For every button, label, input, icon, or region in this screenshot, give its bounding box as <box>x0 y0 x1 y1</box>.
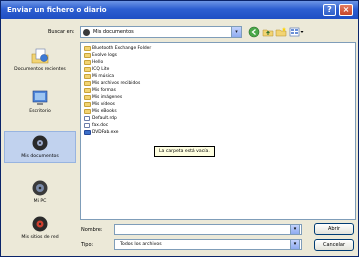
folder-icon <box>84 102 91 107</box>
place-label: Mis documentos <box>21 154 59 159</box>
place-recent-documents[interactable]: Documentos recientes <box>4 47 76 72</box>
places-bar: Documentos recientes Escritorio Mis docu… <box>4 43 76 257</box>
chevron-down-icon[interactable]: ▾ <box>290 239 300 250</box>
folder-icon <box>84 88 91 93</box>
folder-icon <box>84 74 91 79</box>
desktop-icon <box>32 90 48 105</box>
list-item[interactable]: Mis imágenes <box>83 94 122 101</box>
folder-icon <box>84 60 91 65</box>
list-item[interactable]: Mis formas <box>83 87 116 94</box>
help-button[interactable]: ? <box>323 4 336 16</box>
my-documents-icon <box>83 29 90 36</box>
folder-icon <box>84 67 91 72</box>
folder-icon <box>84 53 91 58</box>
file-type-label: Tipo: <box>81 242 94 248</box>
network-places-icon <box>32 216 48 232</box>
folder-icon <box>84 95 91 100</box>
document-icon <box>84 116 90 121</box>
open-button[interactable]: Abrir <box>314 223 354 235</box>
look-in-label: Buscar en: <box>48 29 75 35</box>
file-name-input[interactable] <box>114 224 302 235</box>
list-item[interactable]: Hello <box>83 59 103 66</box>
new-folder-icon[interactable] <box>275 26 287 38</box>
place-my-computer[interactable]: Mi PC <box>4 179 76 204</box>
application-icon <box>84 130 91 135</box>
file-type-dropdown[interactable]: Todos los archivos <box>114 239 302 250</box>
open-file-dialog: Enviar un fichero o diario ? × Buscar en… <box>0 0 359 257</box>
empty-folder-tooltip: La carpeta está vacía. <box>154 146 215 157</box>
place-label: Escritorio <box>29 109 51 114</box>
folder-icon <box>84 109 91 114</box>
folder-icon <box>84 81 91 86</box>
list-item[interactable]: Mis vídeos <box>83 101 115 108</box>
chevron-down-icon[interactable]: ▾ <box>290 224 300 235</box>
file-list[interactable]: Bluetooth Exchange Folder Evolve logs He… <box>80 42 356 220</box>
list-item[interactable]: Mis archivos recibidos <box>83 80 140 87</box>
back-icon[interactable] <box>248 26 260 38</box>
list-item[interactable]: ICQ Lite <box>83 66 109 73</box>
list-item[interactable]: Mi música <box>83 73 114 80</box>
look-in-value: Mis documentos <box>93 29 134 35</box>
my-documents-icon <box>32 135 48 151</box>
place-label: Mi PC <box>33 199 47 204</box>
place-desktop[interactable]: Escritorio <box>4 89 76 114</box>
chevron-down-icon[interactable]: ▾ <box>231 27 241 37</box>
list-item[interactable]: Default.rdp <box>83 115 117 122</box>
place-label: Mis sitios de red <box>21 235 59 240</box>
close-button[interactable]: × <box>339 4 353 16</box>
place-network[interactable]: Mis sitios de red <box>4 215 76 240</box>
folder-icon <box>84 46 91 51</box>
window-title: Enviar un fichero o diario <box>7 6 107 14</box>
recent-docs-icon <box>31 48 49 64</box>
list-item[interactable]: Mis eBooks <box>83 108 117 115</box>
my-computer-icon <box>32 180 48 196</box>
file-name-label: Nombre: <box>81 227 103 233</box>
title-bar[interactable]: Enviar un fichero o diario ? × <box>1 1 358 19</box>
look-in-dropdown[interactable]: Mis documentos ▾ <box>80 26 242 38</box>
list-item[interactable]: fax.doc <box>83 122 108 129</box>
place-my-documents[interactable]: Mis documentos <box>4 131 76 163</box>
document-icon <box>84 123 90 128</box>
views-menu-icon[interactable] <box>289 26 305 38</box>
up-folder-icon[interactable] <box>262 26 274 38</box>
list-item[interactable]: Evolve logs <box>83 52 117 59</box>
list-item[interactable]: Bluetooth Exchange Folder <box>83 45 151 52</box>
list-item[interactable]: DVDFab.exe <box>83 129 118 136</box>
place-label: Documentos recientes <box>14 67 66 72</box>
cancel-button[interactable]: Cancelar <box>314 239 354 251</box>
